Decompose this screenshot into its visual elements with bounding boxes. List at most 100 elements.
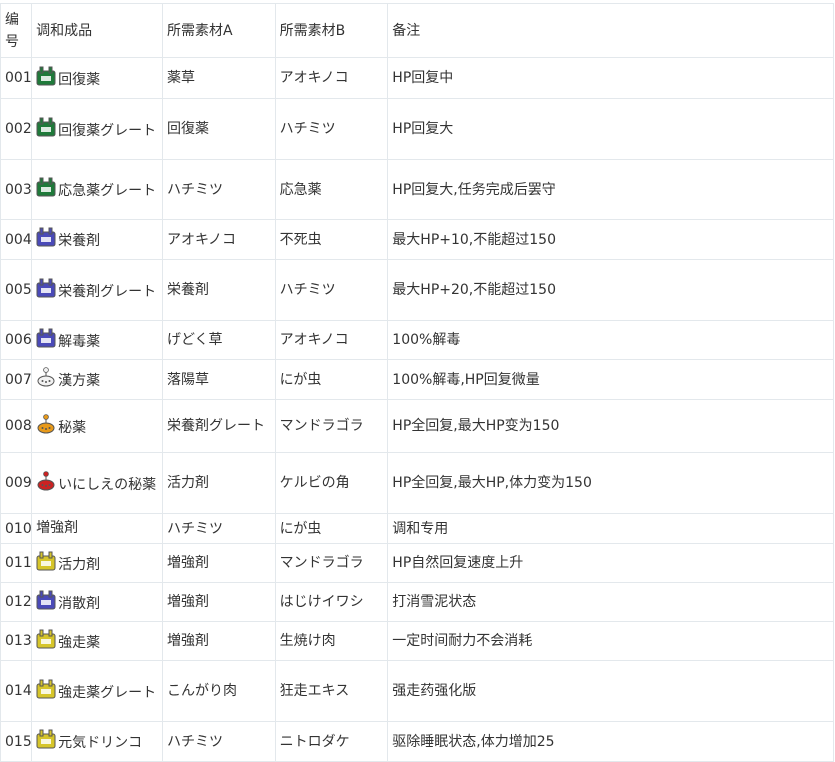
- product-cell: 強走薬: [31, 621, 163, 661]
- note: 打消雪泥状态: [387, 582, 834, 622]
- bottle-yellow-icon: [36, 729, 56, 749]
- bottle-blue-icon: [36, 590, 56, 610]
- bottle-green-icon: [36, 177, 56, 197]
- product-name: 漢方薬: [58, 373, 101, 389]
- row-number: 008: [0, 399, 33, 453]
- note: 最大HP+10,不能超过150: [387, 219, 834, 260]
- note: 强走药强化版: [387, 660, 834, 722]
- table-row: 007 漢方薬 落陽草 にが虫 100%解毒,HP回复微量: [0, 359, 834, 400]
- material-b: 応急薬: [274, 159, 389, 220]
- bottle-blue-icon: [36, 328, 56, 348]
- table-row: 008 秘薬 栄養剤グレート マンドラゴラ HP全回复,最大HP变为150: [0, 399, 834, 453]
- note: HP回复中: [387, 57, 834, 99]
- product-name: いにしえの秘薬: [58, 476, 157, 493]
- table-row: 009 いにしえの秘薬 活力剤 ケルビの角 HP全回复,最大HP,体力变为150: [0, 452, 834, 514]
- material-b: 不死虫: [274, 219, 389, 260]
- table-row: 011 活力剤 増強剤 マンドラゴラ HP自然回复速度上升: [0, 543, 834, 583]
- table-row: 001 回復薬 薬草 アオキノコ HP回复中: [0, 57, 834, 99]
- note: HP回复大: [387, 98, 834, 160]
- note: HP全回复,最大HP,体力变为150: [387, 452, 834, 514]
- product-name: 増強剤: [36, 520, 79, 536]
- row-number: 009: [0, 452, 33, 514]
- material-a: 増強剤: [161, 621, 276, 661]
- product-name: 元気ドリンコ: [58, 735, 143, 751]
- row-number: 006: [0, 320, 33, 360]
- note: 100%解毒,HP回复微量: [387, 359, 834, 400]
- row-number: 004: [0, 219, 33, 260]
- table-body: 001 回復薬 薬草 アオキノコ HP回复中 002 回復薬グレート 回復薬 ハチミツ HP回复大…: [0, 57, 834, 762]
- bottle-blue-icon: [36, 227, 56, 247]
- material-a: 栄養剤: [161, 259, 276, 321]
- product-cell: 解毒薬: [31, 320, 163, 360]
- product-cell: 栄養剤グレート: [31, 259, 163, 321]
- product-cell: 消散剤: [31, 582, 163, 622]
- product-name: 栄養剤: [58, 233, 101, 249]
- note: 调和专用: [387, 513, 834, 544]
- table-row: 010 増強剤 ハチミツ にが虫 调和专用: [0, 513, 834, 544]
- material-b: アオキノコ: [274, 320, 389, 360]
- table-row: 003 応急薬グレート ハチミツ 応急薬 HP回复大,任务完成后罢守: [0, 159, 834, 220]
- material-a: 栄養剤グレート: [161, 399, 276, 453]
- product-cell: 回復薬: [31, 57, 163, 99]
- product-cell: 応急薬グレート: [31, 159, 163, 220]
- row-number: 015: [0, 721, 33, 762]
- bottle-green-icon: [36, 66, 56, 86]
- product-name: 回復薬: [58, 71, 101, 88]
- product-name: 解毒薬: [58, 333, 101, 350]
- product-cell: 活力剤: [31, 543, 163, 583]
- note: 驱除睡眠状态,体力增加25: [387, 721, 834, 762]
- material-b: 狂走エキス: [274, 660, 389, 722]
- table-row: 006 解毒薬 げどく草 アオキノコ 100%解毒: [0, 320, 834, 360]
- bottle-green-icon: [36, 117, 56, 137]
- material-a: 回復薬: [161, 98, 276, 160]
- row-number: 007: [0, 359, 33, 400]
- bottle-yellow-icon: [36, 679, 56, 699]
- material-a: 落陽草: [161, 359, 276, 400]
- row-number: 013: [0, 621, 33, 661]
- row-number: 002: [0, 98, 33, 160]
- material-a: 増強剤: [161, 543, 276, 583]
- bottle-blue-icon: [36, 278, 56, 298]
- product-cell: 強走薬グレート: [31, 660, 163, 722]
- material-b: ハチミツ: [274, 259, 389, 321]
- product-name: 栄養剤グレート: [58, 283, 157, 300]
- bottle-yellow-icon: [36, 551, 56, 571]
- table-row: 015 元気ドリンコ ハチミツ ニトロダケ 驱除睡眠状态,体力增加25: [0, 721, 834, 762]
- material-b: にが虫: [274, 359, 389, 400]
- material-a: 増強剤: [161, 582, 276, 622]
- table-row: 014 強走薬グレート こんがり肉 狂走エキス 强走药强化版: [0, 660, 834, 722]
- table-row: 013 強走薬 増強剤 生焼け肉 一定时间耐力不会消耗: [0, 621, 834, 661]
- table-row: 002 回復薬グレート 回復薬 ハチミツ HP回复大: [0, 98, 834, 160]
- product-name: 消散剤: [58, 595, 101, 612]
- product-name: 回復薬グレート: [58, 122, 157, 139]
- material-b: はじけイワシ: [274, 582, 389, 622]
- recipe-table: 编号 调和成品 所需素材A 所需素材B 备注 001 回復薬 薬草 アオキノコ HP回复…: [0, 3, 834, 762]
- material-b: ニトロダケ: [274, 721, 389, 762]
- material-b: ケルビの角: [274, 452, 389, 514]
- row-number: 005: [0, 259, 33, 321]
- table-row: 004 栄養剤 アオキノコ 不死虫 最大HP+10,不能超过150: [0, 219, 834, 260]
- row-number: 012: [0, 582, 33, 622]
- table-row: 012 消散剤 増強剤 はじけイワシ 打消雪泥状态: [0, 582, 834, 622]
- product-cell: 増強剤: [31, 513, 163, 544]
- material-b: アオキノコ: [274, 57, 389, 99]
- material-b: ハチミツ: [274, 98, 389, 160]
- note: 一定时间耐力不会消耗: [387, 621, 834, 661]
- material-a: 活力剤: [161, 452, 276, 514]
- product-cell: いにしえの秘薬: [31, 452, 163, 514]
- herb-sack-orange-icon: [36, 413, 56, 434]
- product-name: 強走薬グレート: [58, 684, 157, 701]
- note: HP回复大,任务完成后罢守: [387, 159, 834, 220]
- material-b: マンドラゴラ: [274, 399, 389, 453]
- header-number: 编号: [0, 3, 33, 58]
- note: HP全回复,最大HP变为150: [387, 399, 834, 453]
- material-b: 生焼け肉: [274, 621, 389, 661]
- product-cell: 元気ドリンコ: [31, 721, 163, 762]
- material-b: にが虫: [274, 513, 389, 544]
- material-b: マンドラゴラ: [274, 543, 389, 583]
- table-header-row: 编号 调和成品 所需素材A 所需素材B 备注: [0, 3, 834, 58]
- row-number: 001: [0, 57, 33, 99]
- note: HP自然回复速度上升: [387, 543, 834, 583]
- material-a: 薬草: [161, 57, 276, 99]
- bottle-yellow-icon: [36, 629, 56, 649]
